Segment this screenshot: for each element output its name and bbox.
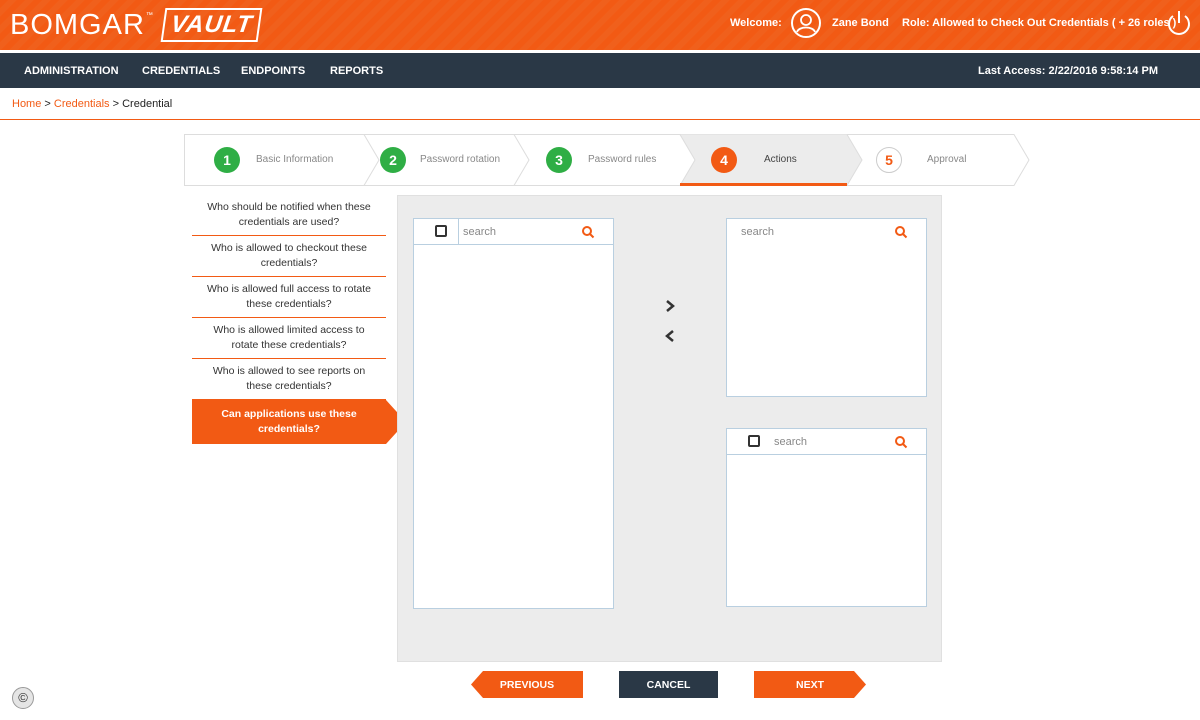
welcome-label: Welcome: [730, 17, 782, 29]
action-question-list: Who should be notified when these creden… [192, 195, 406, 444]
step-5-number[interactable]: 5 [876, 147, 902, 173]
breadcrumb: Home > Credentials > Credential [12, 98, 172, 110]
assignment-panel [397, 195, 942, 662]
question-label: Can applications use these credentials? [221, 408, 357, 435]
top-header: BOMGAR ™ VAULT Welcome: Zane Bond Role: … [0, 0, 1200, 50]
previous-button[interactable]: PREVIOUS [471, 671, 583, 698]
nav-endpoints[interactable]: ENDPOINTS [241, 65, 305, 77]
step-4-label[interactable]: Actions [764, 154, 797, 165]
logo: BOMGAR ™ VAULT [10, 8, 263, 42]
product-name: VAULT [160, 8, 263, 42]
breadcrumb-home[interactable]: Home [12, 98, 41, 110]
breadcrumb-credentials[interactable]: Credentials [54, 98, 110, 110]
brand-name: BOMGAR [10, 8, 145, 41]
wizard-steps: 1 Basic Information 2 Password rotation … [184, 134, 1030, 186]
search-icon[interactable] [894, 225, 908, 239]
step-2-number[interactable]: 2 [380, 147, 406, 173]
question-applications[interactable]: Can applications use these credentials? [192, 400, 406, 444]
cancel-button[interactable]: CANCEL [619, 671, 718, 698]
copyright-icon: © [12, 687, 34, 709]
select-all-available-checkbox[interactable] [435, 225, 447, 237]
selected-list-bottom[interactable] [726, 428, 927, 607]
selected-top-search-input[interactable] [741, 222, 881, 242]
select-all-selected-checkbox[interactable] [748, 435, 760, 447]
header-divider [458, 219, 459, 245]
step-1-label[interactable]: Basic Information [256, 154, 333, 165]
question-full-rotate[interactable]: Who is allowed full access to rotate the… [192, 277, 386, 318]
question-limited-rotate[interactable]: Who is allowed limited access to rotate … [192, 318, 386, 359]
main-nav: ADMINISTRATION CREDENTIALS ENDPOINTS REP… [0, 50, 1200, 88]
selected-top-header [727, 219, 926, 245]
question-reports[interactable]: Who is allowed to see reports on these c… [192, 359, 386, 400]
available-search-input[interactable] [463, 222, 583, 242]
available-list[interactable] [413, 218, 614, 609]
breadcrumb-current: Credential [122, 98, 173, 110]
question-label: Who is allowed full access to rotate the… [207, 283, 371, 310]
step-3-label[interactable]: Password rules [588, 154, 656, 165]
chevron-right-icon[interactable] [663, 298, 677, 314]
step-3-number[interactable]: 3 [546, 147, 572, 173]
nav-credentials[interactable]: CREDENTIALS [142, 65, 220, 77]
chevron-left-icon[interactable] [663, 328, 677, 344]
question-checkout[interactable]: Who is allowed to checkout these credent… [192, 236, 386, 277]
breadcrumb-separator: > [112, 98, 120, 110]
question-label: Who is allowed to see reports on these c… [212, 365, 366, 392]
step-1-number[interactable]: 1 [214, 147, 240, 173]
question-notify[interactable]: Who should be notified when these creden… [192, 195, 386, 236]
nav-administration[interactable]: ADMINISTRATION [24, 65, 119, 77]
question-label: Who should be notified when these creden… [207, 201, 371, 228]
available-list-header [414, 219, 613, 245]
step-4-number[interactable]: 4 [711, 147, 737, 173]
step-2-label[interactable]: Password rotation [420, 154, 500, 165]
power-icon[interactable] [1164, 8, 1194, 38]
user-name[interactable]: Zane Bond [832, 17, 889, 29]
last-access: Last Access: 2/22/2016 9:58:14 PM [978, 65, 1158, 77]
selected-bottom-header [727, 429, 926, 455]
breadcrumb-separator: > [44, 98, 51, 110]
user-circle-icon[interactable] [791, 8, 821, 38]
question-label: Who is allowed limited access to rotate … [213, 324, 365, 351]
nav-reports[interactable]: REPORTS [330, 65, 383, 77]
brand-trademark: ™ [145, 11, 153, 19]
selected-list-top[interactable] [726, 218, 927, 397]
step-5-label[interactable]: Approval [927, 154, 966, 165]
selected-bottom-search-input[interactable] [774, 432, 884, 452]
user-role[interactable]: Role: Allowed to Check Out Credentials (… [902, 17, 1176, 29]
search-icon[interactable] [581, 225, 595, 239]
question-label: Who is allowed to checkout these credent… [211, 242, 367, 269]
breadcrumb-divider [0, 119, 1200, 120]
next-button[interactable]: NEXT [754, 671, 866, 698]
active-step-indicator [680, 183, 847, 186]
search-icon[interactable] [894, 435, 908, 449]
